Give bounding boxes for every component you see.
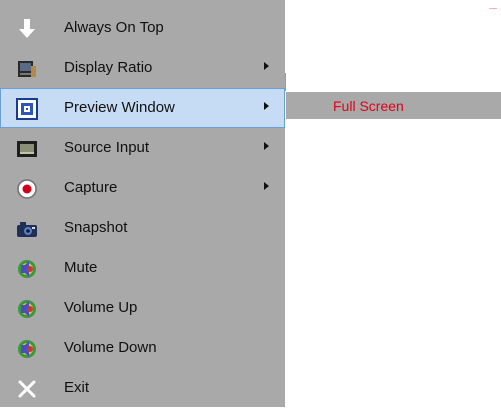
menu-item-snapshot[interactable]: Snapshot [0, 208, 285, 248]
speaker-icon [16, 258, 38, 280]
arrow-down-icon [16, 18, 38, 40]
camera-icon [16, 218, 38, 240]
submenu-arrow-icon [264, 62, 269, 70]
menu-item-label: Exit [64, 379, 90, 396]
submenu-item-full-screen[interactable]: Full Screen [333, 97, 404, 115]
menu-item-mute[interactable]: Mute [0, 248, 285, 288]
menu-item-label: Display Ratio [64, 59, 153, 76]
submenu-arrow-icon [264, 182, 269, 190]
menu-item-label: Volume Down [64, 339, 157, 356]
menu-item-label: Volume Up [64, 299, 138, 316]
close-icon [16, 378, 38, 400]
menu-item-capture[interactable]: Capture [0, 168, 285, 208]
speaker-icon [16, 298, 38, 320]
menu-item-label: Always On Top [64, 19, 164, 36]
submenu-arrow-icon [264, 142, 269, 150]
submenu-divider [285, 73, 286, 91]
menu-item-source-input[interactable]: Source Input [0, 128, 285, 168]
menu-item-display-ratio[interactable]: Display Ratio [0, 48, 285, 88]
decorative-mark [489, 8, 497, 9]
submenu-arrow-icon [264, 102, 269, 110]
menu-item-label: Mute [64, 259, 98, 276]
source-input-icon [16, 138, 38, 160]
preview-window-icon [16, 98, 38, 120]
menu-item-always-on-top[interactable]: Always On Top [0, 8, 285, 48]
menu-item-label: Snapshot [64, 219, 128, 236]
record-icon [16, 178, 38, 200]
menu-item-label: Source Input [64, 139, 150, 156]
menu-item-label: Capture [64, 179, 118, 196]
display-ratio-icon [16, 58, 38, 80]
menu-item-volume-up[interactable]: Volume Up [0, 288, 285, 328]
speaker-icon [16, 338, 38, 360]
menu-item-volume-down[interactable]: Volume Down [0, 328, 285, 368]
menu-item-preview-window[interactable]: Preview Window [0, 88, 285, 128]
context-menu: Always On Top Display Ratio Preview Wind… [0, 0, 285, 407]
preview-window-submenu: Full Screen [285, 91, 501, 119]
menu-item-exit[interactable]: Exit [0, 368, 285, 408]
menu-item-label: Preview Window [64, 99, 175, 116]
